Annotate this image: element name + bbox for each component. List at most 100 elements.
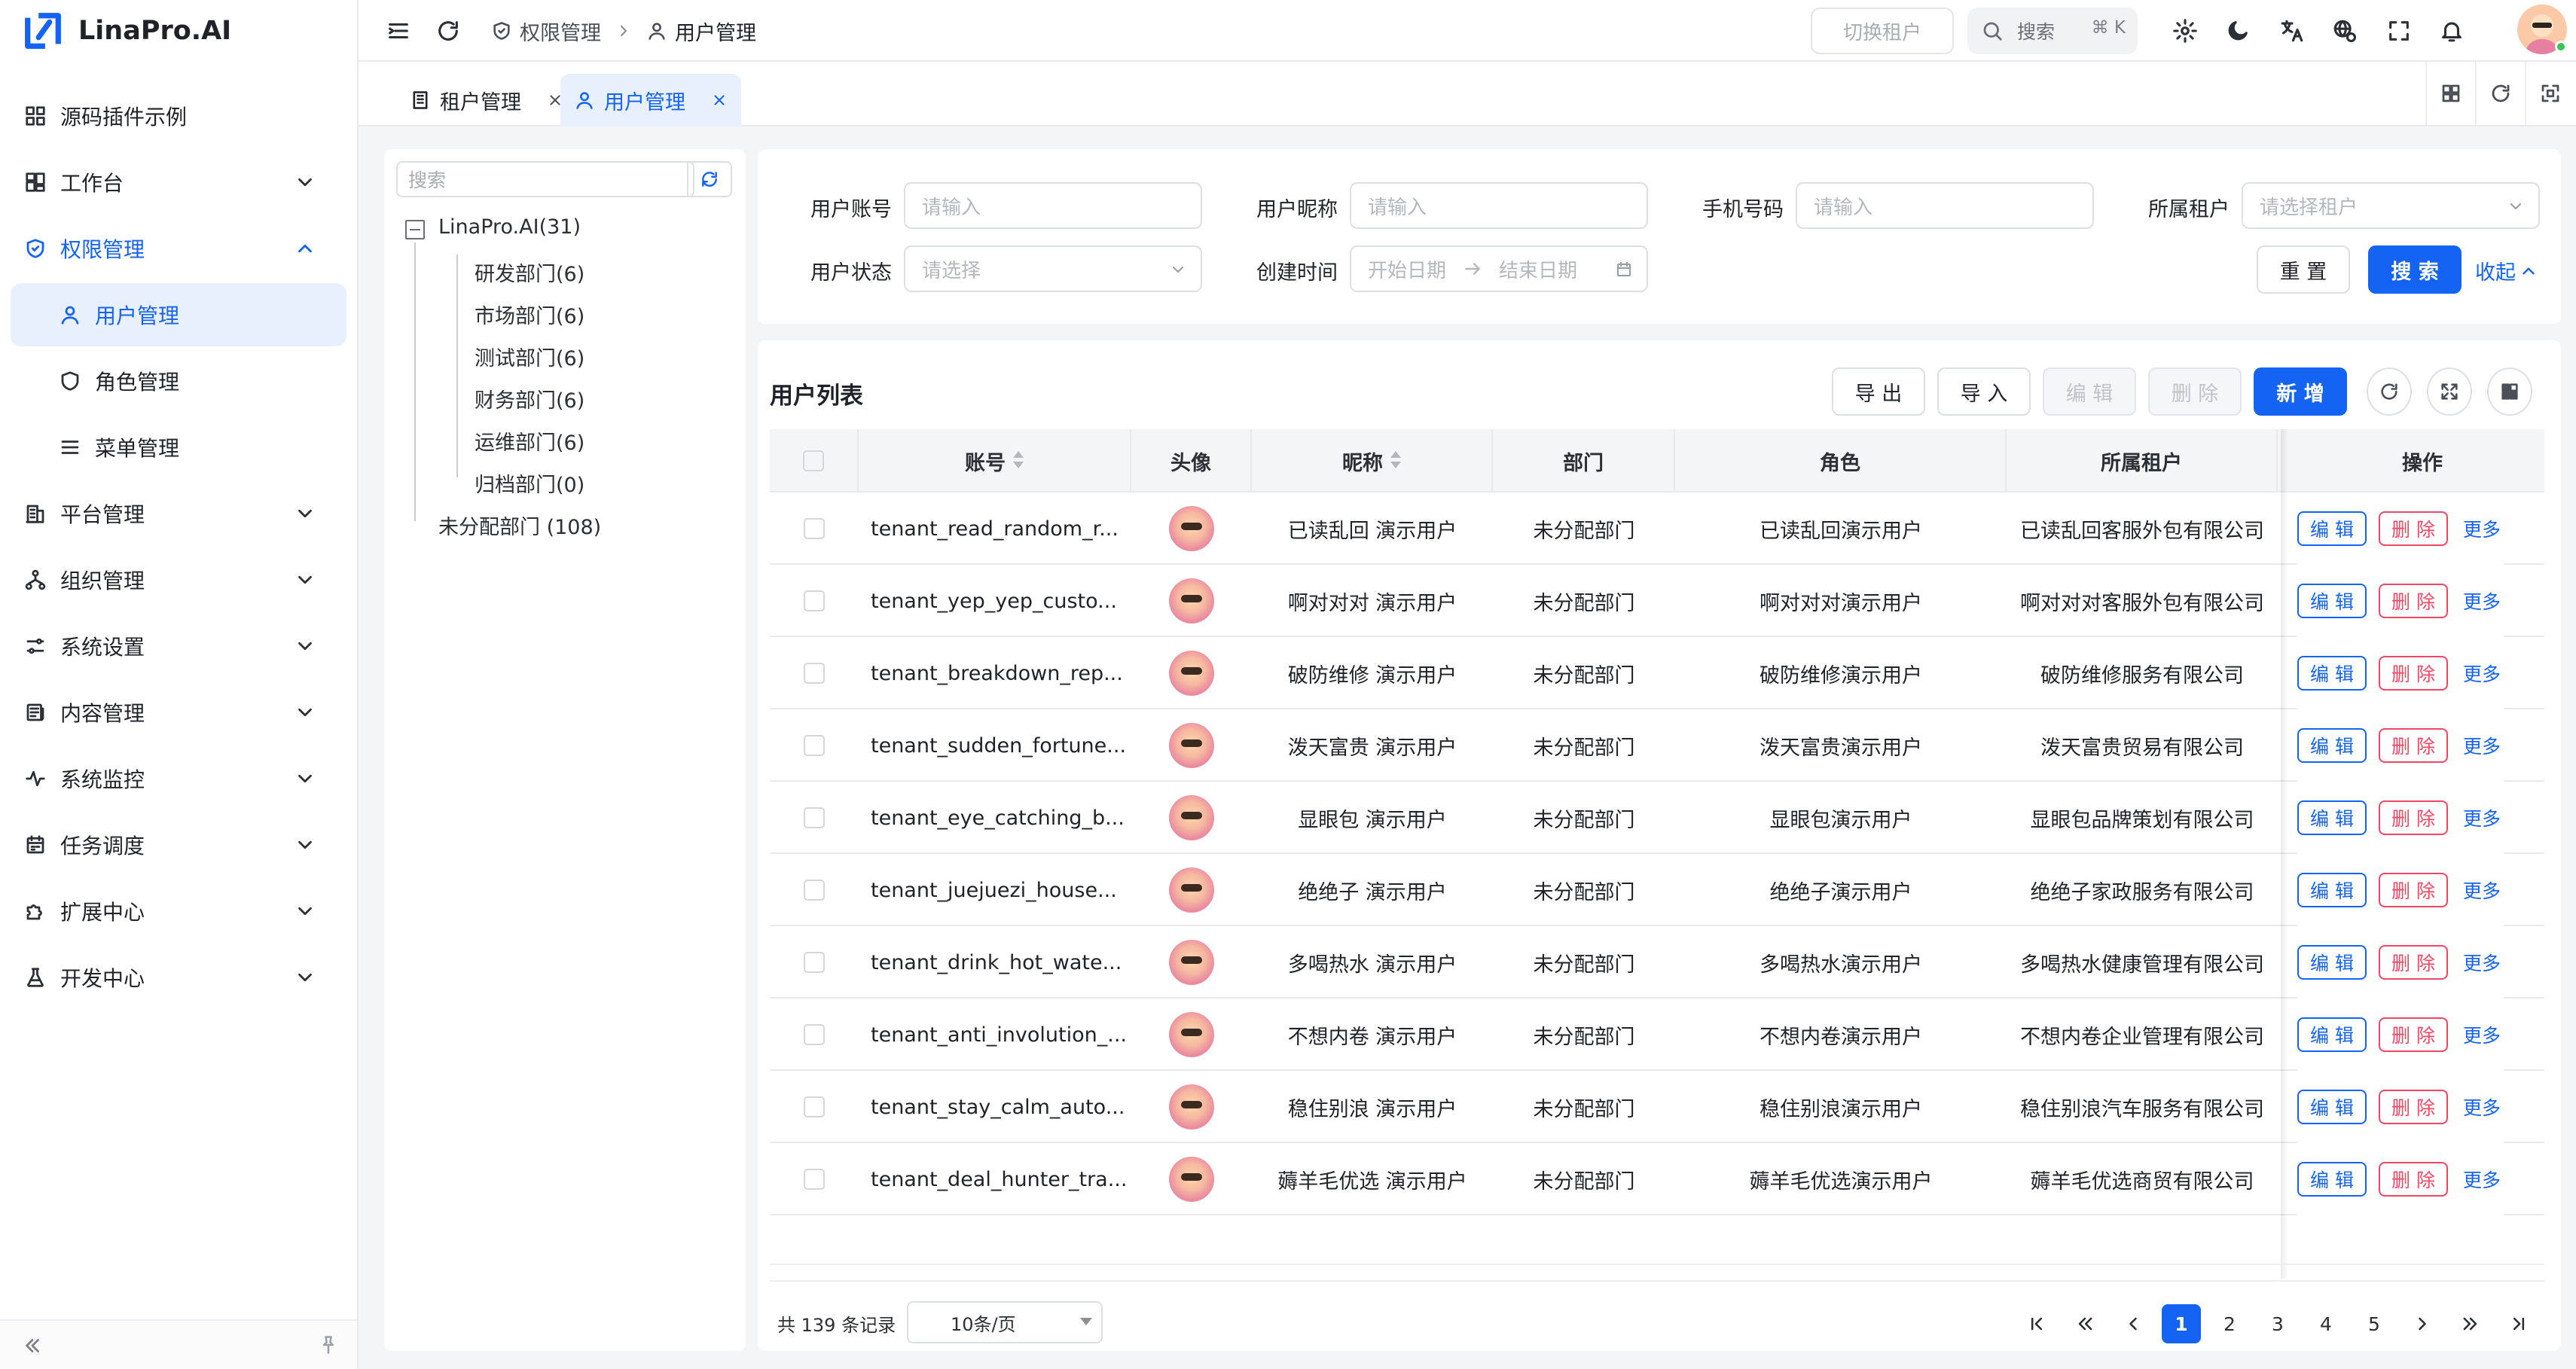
row-edit-button[interactable]: 编 辑: [2297, 656, 2367, 691]
row-checkbox[interactable]: [804, 1096, 825, 1117]
import-button[interactable]: 导 入: [1937, 367, 2031, 416]
sidebar-item-role-management[interactable]: 角色管理: [11, 349, 346, 413]
row-checkbox[interactable]: [804, 952, 825, 973]
row-edit-button[interactable]: 编 辑: [2297, 728, 2367, 763]
row-checkbox[interactable]: [804, 1024, 825, 1045]
table-row[interactable]: tenant_drink_hot_wate... 多喝热水 演示用户 未分配部门 多喝…: [770, 926, 2544, 999]
sidebar-item-dev-center[interactable]: 开发中心: [11, 946, 346, 1009]
tree-node-child[interactable]: 归档部门(0): [475, 468, 584, 498]
row-checkbox[interactable]: [804, 518, 825, 539]
bell-icon[interactable]: [2439, 18, 2465, 44]
col-nickname[interactable]: 昵称: [1252, 429, 1493, 492]
row-edit-button[interactable]: 编 辑: [2297, 873, 2367, 907]
phone-input[interactable]: 请输入: [1796, 182, 2094, 229]
sidebar-item-workbench[interactable]: 工作台: [11, 151, 346, 214]
settings-icon[interactable]: [2172, 18, 2198, 44]
reset-button[interactable]: 重 置: [2257, 245, 2350, 294]
row-more-button[interactable]: 更多: [2460, 656, 2504, 691]
table-row[interactable]: tenant_juejuezi_house... 绝绝子 演示用户 未分配部门 绝绝子…: [770, 854, 2544, 926]
row-checkbox[interactable]: [804, 590, 825, 611]
menu-toggle-icon[interactable]: [386, 18, 411, 44]
row-edit-button[interactable]: 编 辑: [2297, 1162, 2367, 1197]
batch-delete-button[interactable]: 删 除: [2148, 367, 2242, 416]
date-range-picker[interactable]: 开始日期 结束日期: [1350, 245, 1648, 292]
tree-node-unassigned[interactable]: 未分配部门 (108): [438, 511, 601, 540]
select-all-checkbox[interactable]: [803, 450, 824, 471]
table-row[interactable]: tenant_stay_calm_auto... 稳住别浪 演示用户 未分配部门 稳住…: [770, 1071, 2544, 1143]
row-checkbox[interactable]: [804, 663, 825, 684]
row-delete-button[interactable]: 删 除: [2379, 873, 2448, 907]
row-checkbox[interactable]: [804, 880, 825, 901]
global-search[interactable]: 搜索 ⌘ K: [1967, 8, 2138, 54]
row-delete-button[interactable]: 删 除: [2379, 656, 2448, 691]
table-fullscreen-button[interactable]: [2427, 367, 2472, 416]
row-edit-button[interactable]: 编 辑: [2297, 1017, 2367, 1052]
tab-tenant-management[interactable]: 租户管理: [396, 74, 577, 127]
tab-refresh-button[interactable]: [2475, 62, 2525, 125]
row-checkbox[interactable]: [804, 735, 825, 756]
sidebar-item-platform[interactable]: 平台管理: [11, 482, 346, 545]
table-row[interactable]: tenant_eye_catching_b... 显眼包 演示用户 未分配部门 显眼包…: [770, 782, 2544, 854]
sidebar-item-menu-management[interactable]: 菜单管理: [11, 416, 346, 479]
table-refresh-button[interactable]: [2367, 367, 2412, 416]
collapse-toggle[interactable]: 收起: [2475, 256, 2538, 285]
first-page-button[interactable]: [2017, 1304, 2056, 1343]
tab-user-management[interactable]: 用户管理: [560, 74, 741, 127]
tree-search-input[interactable]: 搜索: [396, 161, 694, 197]
row-delete-button[interactable]: 删 除: [2379, 800, 2448, 835]
table-row[interactable]: tenant_breakdown_rep... 破防维修 演示用户 未分配部门 破防维…: [770, 637, 2544, 709]
tree-refresh-button[interactable]: [687, 161, 732, 197]
row-checkbox[interactable]: [804, 1169, 825, 1190]
last-page-button[interactable]: [2499, 1304, 2538, 1343]
nickname-input[interactable]: 请输入: [1350, 182, 1648, 229]
dark-mode-icon[interactable]: [2225, 18, 2251, 44]
row-more-button[interactable]: 更多: [2460, 1017, 2504, 1052]
row-delete-button[interactable]: 删 除: [2379, 1017, 2448, 1052]
row-more-button[interactable]: 更多: [2460, 1090, 2504, 1124]
tenant-switch[interactable]: 切换租户: [1811, 8, 1954, 54]
page-number-3[interactable]: 3: [2258, 1304, 2297, 1343]
sidebar-item-plugin-demo[interactable]: 源码插件示例: [11, 84, 346, 148]
sidebar-item-system-settings[interactable]: 系统设置: [11, 614, 346, 678]
tree-node-child[interactable]: 测试部门(6): [475, 342, 584, 371]
sort-icon[interactable]: [1390, 450, 1401, 472]
row-checkbox[interactable]: [804, 807, 825, 828]
sidebar-item-permission[interactable]: 权限管理: [11, 217, 346, 280]
prev-group-button[interactable]: [2065, 1304, 2104, 1343]
row-delete-button[interactable]: 删 除: [2379, 1090, 2448, 1124]
page-number-5[interactable]: 5: [2355, 1304, 2394, 1343]
status-select[interactable]: 请选择: [904, 245, 1202, 292]
pin-icon[interactable]: [318, 1334, 339, 1355]
page-number-2[interactable]: 2: [2210, 1304, 2249, 1343]
sidebar-item-organization[interactable]: 组织管理: [11, 548, 346, 611]
page-size-select[interactable]: 10条/页: [907, 1301, 1103, 1343]
row-delete-button[interactable]: 删 除: [2379, 728, 2448, 763]
col-account[interactable]: 账号: [859, 429, 1131, 492]
page-number-4[interactable]: 4: [2306, 1304, 2346, 1343]
tree-node-child[interactable]: 研发部门(6): [475, 258, 584, 287]
batch-edit-button[interactable]: 编 辑: [2043, 367, 2136, 416]
collapse-sidebar-icon[interactable]: [21, 1334, 44, 1357]
row-more-button[interactable]: 更多: [2460, 873, 2504, 907]
column-settings-button[interactable]: [2487, 367, 2532, 416]
sort-icon[interactable]: [1013, 450, 1024, 472]
sidebar-item-monitor[interactable]: 系统监控: [11, 747, 346, 810]
prev-page-button[interactable]: [2114, 1304, 2153, 1343]
table-row[interactable]: tenant_sudden_fortune... 泼天富贵 演示用户 未分配部门 泼天…: [770, 709, 2544, 782]
fullscreen-icon[interactable]: [2386, 18, 2412, 44]
tree-collapse-toggle[interactable]: [405, 220, 425, 239]
row-edit-button[interactable]: 编 辑: [2297, 511, 2367, 546]
row-edit-button[interactable]: 编 辑: [2297, 584, 2367, 618]
brand[interactable]: LinaPro.AI: [0, 0, 357, 62]
search-button[interactable]: 搜 索: [2368, 245, 2462, 294]
account-input[interactable]: 请输入: [904, 182, 1202, 229]
table-row[interactable]: tenant_deal_hunter_tra... 薅羊毛优选 演示用户 未分配部门…: [770, 1143, 2544, 1215]
sidebar-item-content[interactable]: 内容管理: [11, 681, 346, 744]
row-delete-button[interactable]: 删 除: [2379, 945, 2448, 980]
next-page-button[interactable]: [2403, 1304, 2442, 1343]
tenant-select[interactable]: 请选择租户: [2242, 182, 2540, 229]
table-row[interactable]: tenant_anti_involution_... 不想内卷 演示用户 未分配部门…: [770, 999, 2544, 1071]
next-group-button[interactable]: [2451, 1304, 2490, 1343]
row-edit-button[interactable]: 编 辑: [2297, 945, 2367, 980]
row-more-button[interactable]: 更多: [2460, 511, 2504, 546]
